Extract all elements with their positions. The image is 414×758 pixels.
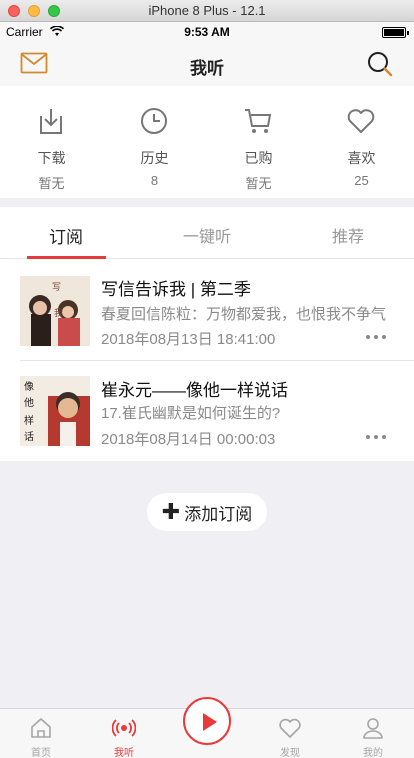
subscription-date: 2018年08月14日 00:00:03 xyxy=(101,431,276,448)
empty-area: ✚ 添加订阅 xyxy=(0,461,414,708)
svg-text:我: 我 xyxy=(54,308,63,319)
quick-access-grid: 下载 暂无 历史 8 已购 暂无 喜欢 25 xyxy=(0,86,414,198)
quick-item-value: 8 xyxy=(150,173,159,188)
status-bar: Carrier 9:53 AM xyxy=(0,22,414,42)
quick-item-download[interactable]: 下载 暂无 xyxy=(0,86,103,198)
page-title: 我听 xyxy=(190,59,224,78)
tabbar-item-home[interactable]: 首页 xyxy=(0,709,82,758)
svg-text:样: 样 xyxy=(24,414,34,427)
heart-icon xyxy=(279,718,301,738)
tabbar-item-listen[interactable]: 我听 xyxy=(83,709,165,758)
cart-icon xyxy=(245,109,272,133)
quick-item-liked[interactable]: 喜欢 25 xyxy=(310,86,413,198)
list-item[interactable]: 写 我 写信告诉我 | 第二季 春夏回信陈粒：万物都爱我，也恨我不争气 2018… xyxy=(0,259,414,361)
add-subscription-label: 添加订阅 xyxy=(184,504,253,524)
quick-item-history[interactable]: 历史 8 xyxy=(103,86,206,198)
quick-item-value: 25 xyxy=(354,173,369,188)
more-options-button[interactable] xyxy=(366,433,390,441)
quick-item-value: 暂无 xyxy=(38,176,65,191)
home-icon xyxy=(31,718,51,738)
simulator-title-bar: iPhone 8 Plus - 12.1 xyxy=(0,0,414,22)
album-cover: 像 他 样 话 xyxy=(20,376,90,446)
tab-subscribe[interactable]: 订阅 xyxy=(6,223,126,248)
subscription-subtitle: 春夏回信陈粒：万物都爱我，也恨我不争气 xyxy=(101,306,387,323)
quick-item-purchased[interactable]: 已购 暂无 xyxy=(207,86,310,198)
more-options-button[interactable] xyxy=(366,333,390,341)
simulator-title: iPhone 8 Plus - 12.1 xyxy=(148,3,266,18)
subscription-list: 写 我 写信告诉我 | 第二季 春夏回信陈粒：万物都爱我，也恨我不争气 2018… xyxy=(0,259,414,461)
subscription-title: 崔永元——像他一样说话 xyxy=(101,381,288,400)
tabbar-label: 我听 xyxy=(114,748,134,758)
tabbar-item-discover[interactable]: 发现 xyxy=(249,709,331,758)
download-icon xyxy=(40,109,62,134)
plus-icon: ✚ xyxy=(161,499,181,524)
segment-tabs: 订阅 一键听 推荐 xyxy=(0,207,414,259)
play-button[interactable] xyxy=(183,697,231,745)
svg-text:话: 话 xyxy=(24,431,34,443)
svg-text:他: 他 xyxy=(24,396,34,409)
tabbar-label: 首页 xyxy=(31,748,51,758)
quick-item-label: 已购 xyxy=(244,150,273,166)
quick-item-label: 喜欢 xyxy=(347,150,376,166)
heart-icon xyxy=(347,109,375,133)
list-item[interactable]: 像 他 样 话 崔永元——像他一样说话 17.崔氏幽默是如何诞生的? 2018年… xyxy=(0,360,414,461)
add-subscription-button[interactable]: ✚ 添加订阅 xyxy=(147,493,267,531)
section-divider xyxy=(0,198,414,207)
tabbar-label: 发现 xyxy=(280,748,300,758)
album-cover: 写 我 xyxy=(20,276,90,346)
radio-icon xyxy=(112,719,136,737)
tab-recommend[interactable]: 推荐 xyxy=(288,223,408,247)
history-icon xyxy=(141,108,167,134)
profile-icon xyxy=(363,718,383,739)
status-time: 9:53 AM xyxy=(184,25,230,39)
quick-item-label: 下载 xyxy=(37,150,66,166)
tabbar-label: 我的 xyxy=(363,748,383,758)
play-icon xyxy=(203,713,217,731)
tabbar-item-profile[interactable]: 我的 xyxy=(332,709,414,758)
battery-icon xyxy=(382,27,409,38)
svg-text:写: 写 xyxy=(52,282,61,293)
quick-item-value: 暂无 xyxy=(245,176,272,191)
search-icon[interactable] xyxy=(366,50,394,78)
navigation-bar: 我听 xyxy=(0,42,414,86)
quick-item-label: 历史 xyxy=(140,150,169,166)
svg-text:像: 像 xyxy=(24,381,34,393)
subscription-subtitle: 17.崔氏幽默是如何诞生的? xyxy=(101,405,281,422)
subscription-date: 2018年08月13日 18:41:00 xyxy=(101,331,276,348)
subscription-title: 写信告诉我 | 第二季 xyxy=(101,280,251,299)
tab-one-click-listen[interactable]: 一键听 xyxy=(147,223,267,247)
